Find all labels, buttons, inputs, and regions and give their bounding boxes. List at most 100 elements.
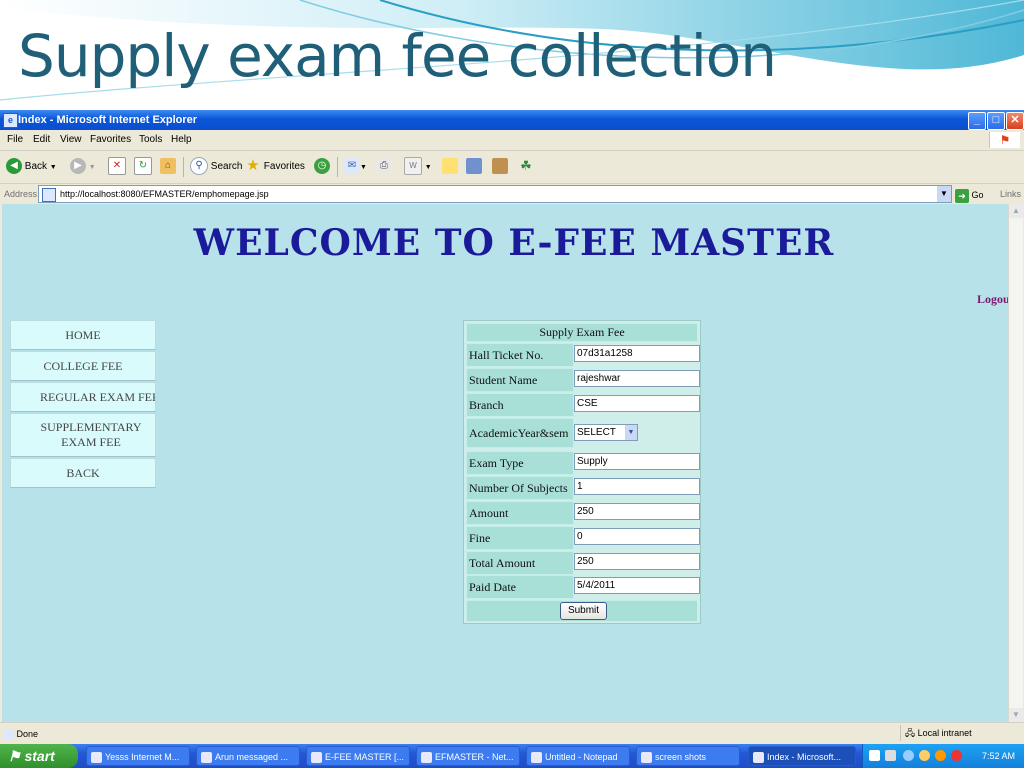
hall-ticket-input[interactable]: 07d31a1258: [574, 345, 700, 362]
back-button[interactable]: ◀ Back ▼: [6, 157, 57, 177]
forward-button[interactable]: ▶ ▼: [70, 157, 96, 177]
intranet-icon: 🖧: [905, 728, 916, 738]
app-icon: [311, 752, 322, 764]
form-row-student-name: Student Name rajeshwar: [466, 368, 700, 392]
windows-flag-icon: ⚑: [8, 748, 21, 764]
messenger-tray-icon[interactable]: [903, 750, 914, 761]
home-button[interactable]: ⌂: [160, 157, 176, 177]
start-button[interactable]: ⚑ start: [0, 744, 78, 768]
edit-button[interactable]: W ▼: [404, 157, 432, 177]
close-button[interactable]: ✕: [1006, 112, 1024, 130]
menu-file[interactable]: File: [7, 130, 23, 150]
messenger-icon: ☘: [520, 158, 532, 174]
academic-select[interactable]: SELECT ▼: [574, 424, 638, 441]
task-label: Index - Microsoft...: [767, 752, 842, 762]
help-icon[interactable]: [869, 750, 880, 761]
back-label: Back: [24, 161, 48, 172]
scroll-up-icon[interactable]: ▲: [1009, 204, 1023, 218]
task-label: Yesss Internet M...: [105, 752, 180, 762]
folder-icon: [641, 752, 652, 764]
task-label: Arun messaged ...: [215, 752, 289, 762]
task-item[interactable]: EFMASTER - Net...: [416, 746, 520, 766]
system-tray: 7:52 AM: [862, 744, 1024, 768]
antivirus-icon[interactable]: [951, 750, 962, 761]
task-label: EFMASTER - Net...: [435, 752, 514, 762]
nav-back[interactable]: BACK: [10, 458, 156, 488]
media-button[interactable]: [492, 157, 508, 177]
supply-exam-fee-form: Supply Exam Fee Hall Ticket No. 07d31a12…: [463, 320, 701, 624]
nav-regular-exam-fee[interactable]: REGULAR EXAM FEE: [10, 382, 156, 412]
hall-ticket-label: Hall Ticket No.: [466, 343, 574, 367]
task-item[interactable]: Arun messaged ...: [196, 746, 300, 766]
task-item[interactable]: Untitled - Notepad: [526, 746, 630, 766]
amount-label: Amount: [466, 501, 574, 525]
back-arrow-icon: ◀: [6, 158, 22, 175]
task-item-active[interactable]: Index - Microsoft...: [748, 746, 856, 766]
total-amount-input[interactable]: 250: [574, 553, 700, 570]
mail-icon: ✉: [344, 158, 360, 175]
discuss-button[interactable]: [442, 157, 458, 177]
windows-logo-icon: ⚑: [989, 132, 1020, 148]
window-titlebar[interactable]: e Index - Microsoft Internet Explorer _ …: [0, 110, 1024, 130]
maximize-button[interactable]: □: [987, 112, 1005, 130]
paid-date-label: Paid Date: [466, 575, 574, 599]
student-name-input[interactable]: rajeshwar: [574, 370, 700, 387]
nav-supplementary-exam-fee[interactable]: SUPPLEMENTARY EXAM FEE: [10, 413, 156, 457]
menu-view[interactable]: View: [60, 130, 82, 150]
ie-page-icon: e: [3, 113, 18, 128]
academic-label: AcademicYear&sem: [466, 418, 574, 448]
menu-favorites[interactable]: Favorites: [90, 130, 131, 150]
amount-input[interactable]: 250: [574, 503, 700, 520]
back-dropdown-icon: ▼: [49, 164, 57, 171]
slide-header: Supply exam fee collection: [0, 0, 1024, 110]
network-icon[interactable]: [885, 750, 896, 761]
favorites-button[interactable]: ★ Favorites: [245, 157, 305, 177]
branch-label: Branch: [466, 393, 574, 417]
search-button[interactable]: ⚲ Search: [190, 157, 242, 177]
mail-button[interactable]: ✉ ▼: [344, 157, 367, 177]
update-icon[interactable]: [935, 750, 946, 761]
links-button[interactable]: Links: [1000, 184, 1021, 204]
edit-dropdown-icon: ▼: [424, 164, 432, 171]
taskbar-clock: 7:52 AM: [981, 751, 1015, 761]
vertical-scrollbar[interactable]: ▲ ▼: [1008, 204, 1023, 722]
address-input[interactable]: http://localhost:8080/EFMASTER/emphomepa…: [38, 185, 952, 203]
messenger-button[interactable]: ☘: [518, 157, 534, 177]
task-item[interactable]: E-FEE MASTER [...: [306, 746, 410, 766]
scroll-down-icon[interactable]: ▼: [1009, 708, 1023, 722]
research-button[interactable]: [466, 157, 482, 177]
branch-input[interactable]: CSE: [574, 395, 700, 412]
chevron-down-icon: ▼: [625, 425, 637, 440]
favorites-label: Favorites: [263, 161, 305, 172]
nav-home[interactable]: HOME: [10, 320, 156, 350]
minimize-button[interactable]: _: [968, 112, 986, 130]
address-bar: Address http://localhost:8080/EFMASTER/e…: [0, 184, 1024, 204]
forward-dropdown-icon: ▼: [88, 164, 96, 171]
logout-link[interactable]: Logout: [977, 292, 1008, 307]
exam-type-input[interactable]: Supply: [574, 453, 700, 470]
task-label: Untitled - Notepad: [545, 752, 618, 762]
task-item[interactable]: screen shots: [636, 746, 740, 766]
browser-window: e Index - Microsoft Internet Explorer _ …: [0, 110, 1024, 745]
form-heading: Supply Exam Fee: [466, 323, 698, 342]
security-icon[interactable]: [919, 750, 930, 761]
history-button[interactable]: ◷: [314, 157, 330, 177]
print-button[interactable]: ⎙: [376, 157, 392, 177]
go-button[interactable]: ➜ Go: [955, 185, 984, 205]
app-icon: [531, 752, 542, 764]
subjects-input[interactable]: 1: [574, 478, 700, 495]
nav-college-fee[interactable]: COLLEGE FEE: [10, 351, 156, 381]
submit-button[interactable]: Submit: [560, 602, 607, 620]
menu-tools[interactable]: Tools: [139, 130, 162, 150]
go-arrow-icon: ➜: [955, 188, 969, 203]
menu-edit[interactable]: Edit: [33, 130, 50, 150]
fine-input[interactable]: 0: [574, 528, 700, 545]
refresh-button[interactable]: ↻: [134, 157, 152, 177]
menu-help[interactable]: Help: [171, 130, 192, 150]
form-row-hall-ticket: Hall Ticket No. 07d31a1258: [466, 343, 700, 367]
form-row-paid-date: Paid Date 5/4/2011: [466, 575, 700, 599]
address-dropdown-icon[interactable]: ▼: [937, 186, 951, 202]
paid-date-input[interactable]: 5/4/2011: [574, 577, 700, 594]
stop-button[interactable]: ✕: [108, 157, 126, 177]
task-item[interactable]: Yesss Internet M...: [86, 746, 190, 766]
